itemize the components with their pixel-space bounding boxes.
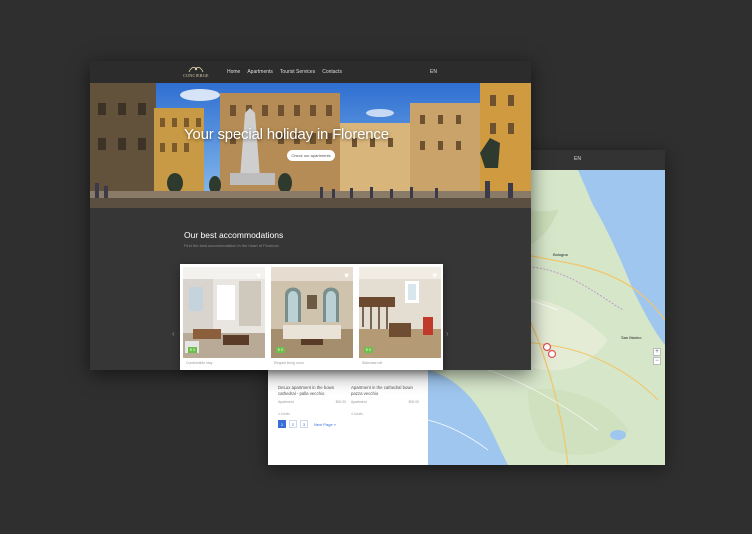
listing-card-meta: Apartment €00.00 — [351, 400, 419, 404]
accommodation-card[interactable]: ♥ € 0 — [183, 267, 265, 358]
listing-card[interactable]: Apartment in the cathedral bown pazza ve… — [351, 385, 419, 416]
listing-card-extra: 4 Adults — [278, 412, 291, 416]
nav-link-contacts[interactable]: Contacts — [322, 69, 342, 75]
section-subtitle: Find the best accommodation in the heart… — [184, 243, 279, 248]
hero-title: Your special holiday in Florence — [184, 126, 389, 143]
carousel-next-icon[interactable]: › — [446, 329, 449, 338]
map-city-label: San Marino — [621, 335, 642, 340]
listing-card-price: €00.00 — [408, 400, 419, 404]
accommodation-carousel: ♥ € 0 ♥ € 0 ♥ € 0 Comfortable stay Elega… — [180, 264, 443, 370]
listing-card-type: Apartment — [278, 400, 294, 404]
pagination: 1 2 3 Next Page » — [278, 420, 336, 428]
nav-link-tourist-services[interactable]: Tourist Services — [280, 69, 315, 75]
favorite-heart-icon[interactable]: ♥ — [432, 271, 437, 280]
listing-card-price: €00.00 — [335, 400, 346, 404]
map-zoom-out-button[interactable]: − — [653, 357, 661, 365]
hero-banner: Your special holiday in Florence Check o… — [90, 83, 531, 208]
nav-link-apartments[interactable]: Apartments — [247, 69, 273, 75]
page-button[interactable]: 3 — [300, 420, 308, 428]
listing-lang-switch[interactable]: EN — [574, 156, 581, 162]
price-badge: € 0 — [188, 347, 197, 353]
listing-card-title[interactable]: Apartment in the cathedral bown pazza ve… — [351, 385, 419, 397]
language-switch[interactable]: EN — [430, 69, 437, 75]
listing-card-type: Apartment — [351, 400, 367, 404]
top-navigation: CONCIERGE Home Apartments Tourist Servic… — [90, 61, 531, 83]
section-title: Our best accommodations — [184, 230, 284, 240]
listing-card-extra: 4 Adults — [351, 412, 364, 416]
accommodation-card[interactable]: ♥ € 0 — [271, 267, 353, 358]
accommodation-card[interactable]: ♥ € 0 — [359, 267, 441, 358]
favorite-heart-icon[interactable]: ♥ — [344, 271, 349, 280]
logo-text: CONCIERGE — [183, 73, 209, 78]
listing-card-meta: Apartment €00.00 — [278, 400, 346, 404]
card-caption: Comfortable stay — [186, 361, 213, 365]
nav-menu: Home Apartments Tourist Services Contact… — [227, 69, 342, 75]
nav-link-home[interactable]: Home — [227, 69, 240, 75]
listing-card-title[interactable]: DeLux apartment in the bown cathedral - … — [278, 385, 346, 397]
check-apartments-button[interactable]: Check our apartments — [287, 150, 335, 161]
listing-card[interactable]: DeLux apartment in the bown cathedral - … — [278, 385, 346, 416]
next-page-link[interactable]: Next Page » — [314, 422, 336, 427]
carousel-prev-icon[interactable]: ‹ — [172, 329, 175, 338]
price-badge: € 0 — [364, 347, 373, 353]
site-logo[interactable]: CONCIERGE — [183, 65, 209, 79]
page-button[interactable]: 1 — [278, 420, 286, 428]
map-zoom-in-button[interactable]: + — [653, 348, 661, 356]
accommodation-photo[interactable]: ♥ € 0 — [271, 267, 353, 358]
hero-photo — [90, 83, 531, 208]
map-city-label: Bologna — [553, 252, 568, 257]
favorite-heart-icon[interactable]: ♥ — [256, 271, 261, 280]
card-caption: Staircase loft — [362, 361, 383, 365]
page-button[interactable]: 2 — [289, 420, 297, 428]
accommodation-photo[interactable]: ♥ € 0 — [359, 267, 441, 358]
accommodation-photo[interactable]: ♥ € 0 — [183, 267, 265, 358]
card-caption: Elegant living room — [274, 361, 304, 365]
price-badge: € 0 — [276, 347, 285, 353]
